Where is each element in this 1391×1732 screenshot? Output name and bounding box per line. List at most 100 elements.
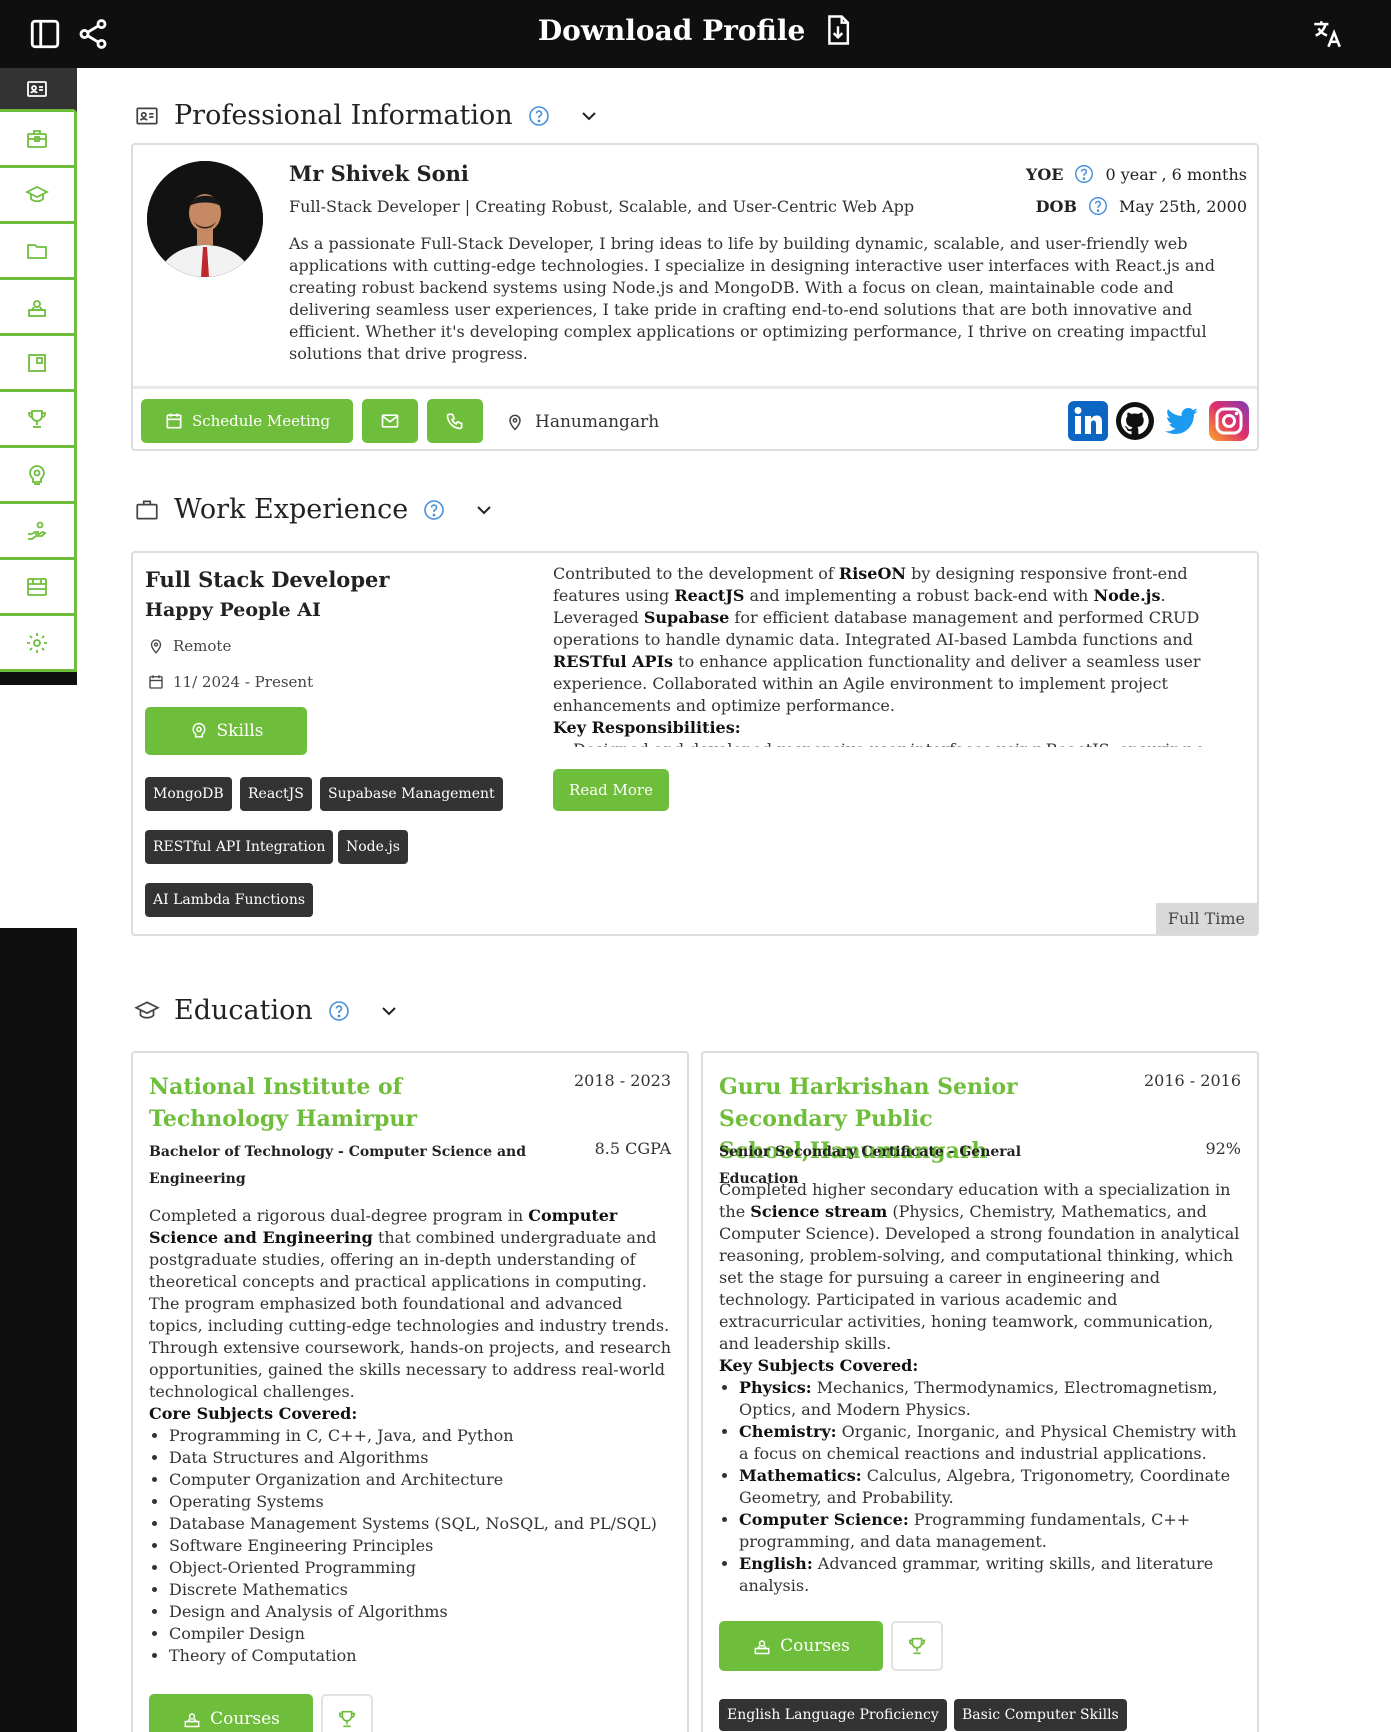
subject-item: Mathematics: Calculus, Algebra, Trigonom… xyxy=(739,1465,1244,1509)
courses-label: Courses xyxy=(210,1709,280,1729)
github-icon[interactable] xyxy=(1115,401,1155,441)
email-button[interactable] xyxy=(362,399,418,443)
schedule-meeting-label: Schedule Meeting xyxy=(191,412,331,430)
chevron-down-icon[interactable] xyxy=(577,104,601,128)
nav-volunteering[interactable] xyxy=(0,504,77,560)
profile-headline: Full-Stack Developer | Creating Robust, … xyxy=(289,197,915,216)
location-text: Hanumangarh xyxy=(535,412,660,432)
side-nav xyxy=(0,68,77,678)
nav-education[interactable] xyxy=(0,168,77,224)
id-card-icon xyxy=(27,80,47,97)
calendar-icon xyxy=(149,675,163,689)
trophy-icon xyxy=(338,1710,356,1728)
subject-item: Programming in C, C++, Java, and Python xyxy=(169,1425,674,1447)
work-dates: 11/ 2024 - Present xyxy=(147,673,313,691)
help-icon[interactable] xyxy=(422,498,446,522)
dob-row: DOB May 25th, 2000 xyxy=(1036,195,1247,217)
certificate-icon xyxy=(754,1640,770,1655)
work-section-header[interactable]: Work Experience xyxy=(134,494,496,525)
schedule-meeting-button[interactable]: Schedule Meeting xyxy=(141,399,353,443)
mail-icon xyxy=(381,414,399,428)
skill-tag: Node.js xyxy=(338,830,408,864)
subject-item: Physics: Mechanics, Thermodynamics, Elec… xyxy=(739,1377,1244,1421)
translate-icon[interactable] xyxy=(1310,17,1344,51)
help-icon[interactable] xyxy=(1087,195,1109,217)
nav-projects[interactable] xyxy=(0,224,77,280)
work-description: Contributed to the development of RiseON… xyxy=(553,563,1213,747)
twitter-icon[interactable] xyxy=(1162,401,1202,441)
nav-work[interactable] xyxy=(0,112,77,168)
left-strip-white xyxy=(0,685,77,928)
work-location-text: Remote xyxy=(173,637,232,655)
grade: 8.5 CGPA xyxy=(594,1139,671,1158)
subject-item: Data Structures and Algorithms xyxy=(169,1447,674,1469)
achievements-button[interactable] xyxy=(891,1621,943,1671)
course-tag: Basic Computer Skills xyxy=(954,1699,1127,1731)
nav-achievements[interactable] xyxy=(0,392,77,448)
avatar xyxy=(147,161,263,277)
responsibility-item: Designed and developed responsive user i… xyxy=(573,739,1213,747)
course-tag: English Language Proficiency xyxy=(719,1699,947,1731)
subjects-title: Key Subjects Covered: xyxy=(719,1356,919,1375)
nav-skills[interactable] xyxy=(0,448,77,504)
trophy-icon xyxy=(908,1637,926,1655)
job-title: Full Stack Developer xyxy=(145,567,390,592)
help-icon[interactable] xyxy=(527,104,551,128)
key-responsibilities-label: Key Responsibilities: xyxy=(553,718,741,737)
chevron-down-icon[interactable] xyxy=(472,498,496,522)
help-icon[interactable] xyxy=(1073,163,1095,185)
professional-section-header[interactable]: Professional Information xyxy=(134,100,601,131)
instagram-icon[interactable] xyxy=(1209,401,1249,441)
profile-bio: As a passionate Full-Stack Developer, I … xyxy=(289,234,1215,363)
profile-location: Hanumangarh xyxy=(505,411,659,433)
subjects-list: Physics: Mechanics, Thermodynamics, Elec… xyxy=(739,1377,1244,1597)
profile-photo xyxy=(147,161,263,277)
subject-item: Computer Science: Programming fundamenta… xyxy=(739,1509,1244,1553)
certificate-icon xyxy=(184,1713,200,1728)
subjects-title: Core Subjects Covered: xyxy=(149,1404,358,1423)
courses-button[interactable]: Courses xyxy=(149,1694,313,1732)
briefcase-icon xyxy=(27,129,47,148)
subject-item: Software Engineering Principles xyxy=(169,1535,674,1557)
subject-item: Operating Systems xyxy=(169,1491,674,1513)
skill-tag: ReactJS xyxy=(240,777,312,811)
nav-publications[interactable] xyxy=(0,336,77,392)
profile-name: Mr Shivek Soni xyxy=(289,161,469,186)
store-icon xyxy=(27,577,47,596)
nav-professional[interactable] xyxy=(0,68,77,112)
phone-button[interactable] xyxy=(427,399,483,443)
folder-icon xyxy=(27,243,47,259)
subject-item: Object-Oriented Programming xyxy=(169,1557,674,1579)
nav-settings[interactable] xyxy=(0,616,77,672)
help-icon[interactable] xyxy=(327,999,351,1023)
education-description: Completed a rigorous dual-degree program… xyxy=(149,1205,674,1667)
nav-portfolio[interactable] xyxy=(0,560,77,616)
subject-item: Database Management Systems (SQL, NoSQL,… xyxy=(169,1513,674,1535)
work-dates-text: 11/ 2024 - Present xyxy=(173,673,314,691)
publication-icon xyxy=(28,353,46,372)
subjects-list: Programming in C, C++, Java, and Python … xyxy=(169,1425,674,1667)
read-more-button[interactable]: Read More xyxy=(553,769,669,811)
nav-certifications[interactable] xyxy=(0,280,77,336)
education-section-header[interactable]: Education xyxy=(134,995,401,1026)
trophy-icon xyxy=(28,409,46,428)
skills-icon xyxy=(29,464,45,485)
profile-card: Mr Shivek Soni Full-Stack Developer | Cr… xyxy=(131,143,1259,451)
download-profile-button[interactable]: Download Profile xyxy=(0,14,1391,47)
achievements-button[interactable] xyxy=(321,1694,373,1732)
employment-type-badge: Full Time xyxy=(1155,903,1257,934)
skills-icon xyxy=(191,722,206,738)
courses-button[interactable]: Courses xyxy=(719,1621,883,1671)
volunteer-icon xyxy=(28,521,47,540)
linkedin-icon[interactable] xyxy=(1068,401,1108,441)
work-experience-card: Full Stack Developer Happy People AI Rem… xyxy=(131,551,1259,936)
phone-icon xyxy=(446,413,463,430)
download-file-icon xyxy=(828,15,850,45)
skill-tag: RESTful API Integration xyxy=(145,830,334,864)
subject-item: English: Advanced grammar, writing skill… xyxy=(739,1553,1244,1597)
skills-button[interactable]: Skills xyxy=(145,707,307,755)
top-bar: Download Profile xyxy=(0,0,1391,68)
chevron-down-icon[interactable] xyxy=(377,999,401,1023)
graduation-cap-icon xyxy=(134,1000,160,1019)
skill-tag: Supabase Management xyxy=(320,777,503,811)
